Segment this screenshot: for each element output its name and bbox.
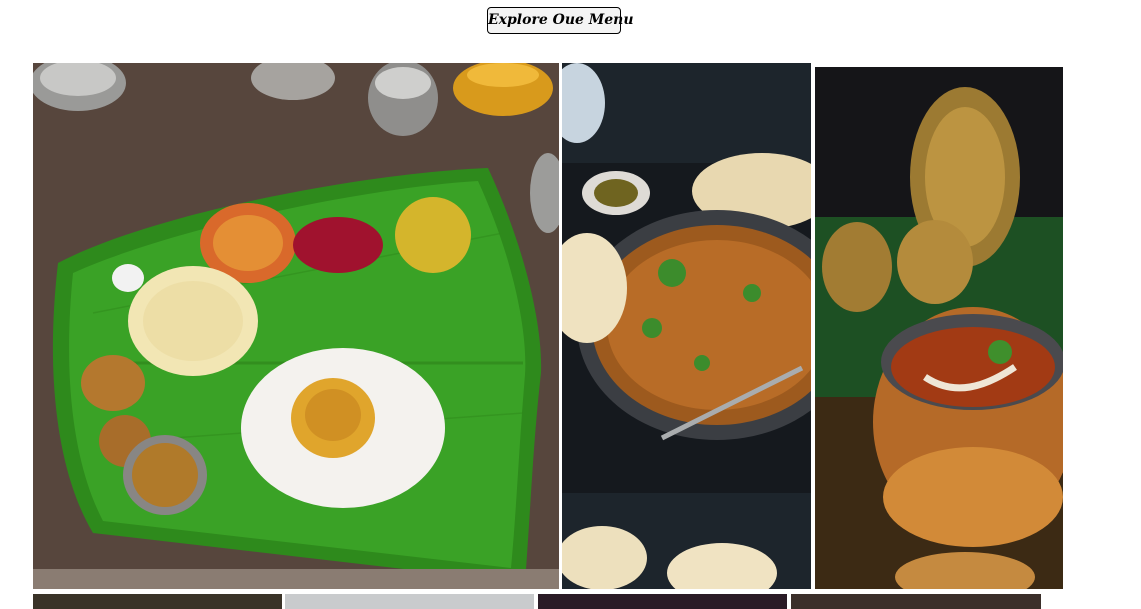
copper-pot-curry-photo[interactable]: [815, 67, 1063, 589]
gallery-photo-6[interactable]: [538, 594, 787, 609]
curry-with-naan-photo[interactable]: [562, 63, 811, 589]
page-header: Explore Oue Menu: [0, 0, 1141, 60]
explore-menu-button[interactable]: Explore Oue Menu: [487, 7, 634, 34]
gallery-photo-7[interactable]: [791, 594, 1041, 609]
food-gallery: [0, 0, 1141, 609]
banana-leaf-thali-photo[interactable]: [33, 63, 559, 589]
gallery-photo-5[interactable]: [285, 594, 534, 609]
gallery-photo-4[interactable]: [33, 594, 282, 609]
